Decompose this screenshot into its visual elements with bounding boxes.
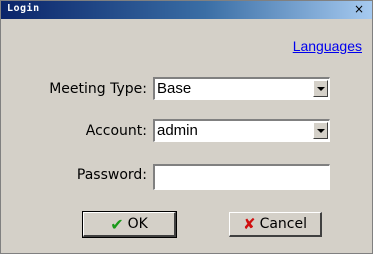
meeting-type-value: Base <box>157 80 192 97</box>
window-title: Login <box>7 3 40 14</box>
languages-link[interactable]: Languages <box>293 38 362 54</box>
chevron-down-icon <box>317 129 325 133</box>
login-dialog: Login × Languages Meeting Type: Base Acc… <box>0 0 373 254</box>
password-field[interactable] <box>153 164 330 190</box>
account-label: Account: <box>85 123 147 139</box>
cancel-label: Cancel <box>259 216 307 232</box>
meeting-type-select[interactable]: Base <box>153 77 330 100</box>
ok-label: OK <box>127 216 148 232</box>
x-icon: ✘ <box>242 215 256 233</box>
ok-button[interactable]: ✔ OK <box>82 211 177 238</box>
account-value: admin <box>157 122 198 139</box>
password-label: Password: <box>76 167 147 183</box>
close-icon[interactable]: × <box>352 2 366 16</box>
account-select[interactable]: admin <box>153 119 330 142</box>
checkmark-icon: ✔ <box>110 214 124 234</box>
cancel-button[interactable]: ✘ Cancel <box>229 212 322 237</box>
meeting-type-dropdown-button[interactable] <box>313 80 328 97</box>
title-bar[interactable]: Login × <box>1 1 372 19</box>
account-dropdown-button[interactable] <box>313 122 328 139</box>
chevron-down-icon <box>317 87 325 91</box>
meeting-type-label: Meeting Type: <box>49 81 147 97</box>
